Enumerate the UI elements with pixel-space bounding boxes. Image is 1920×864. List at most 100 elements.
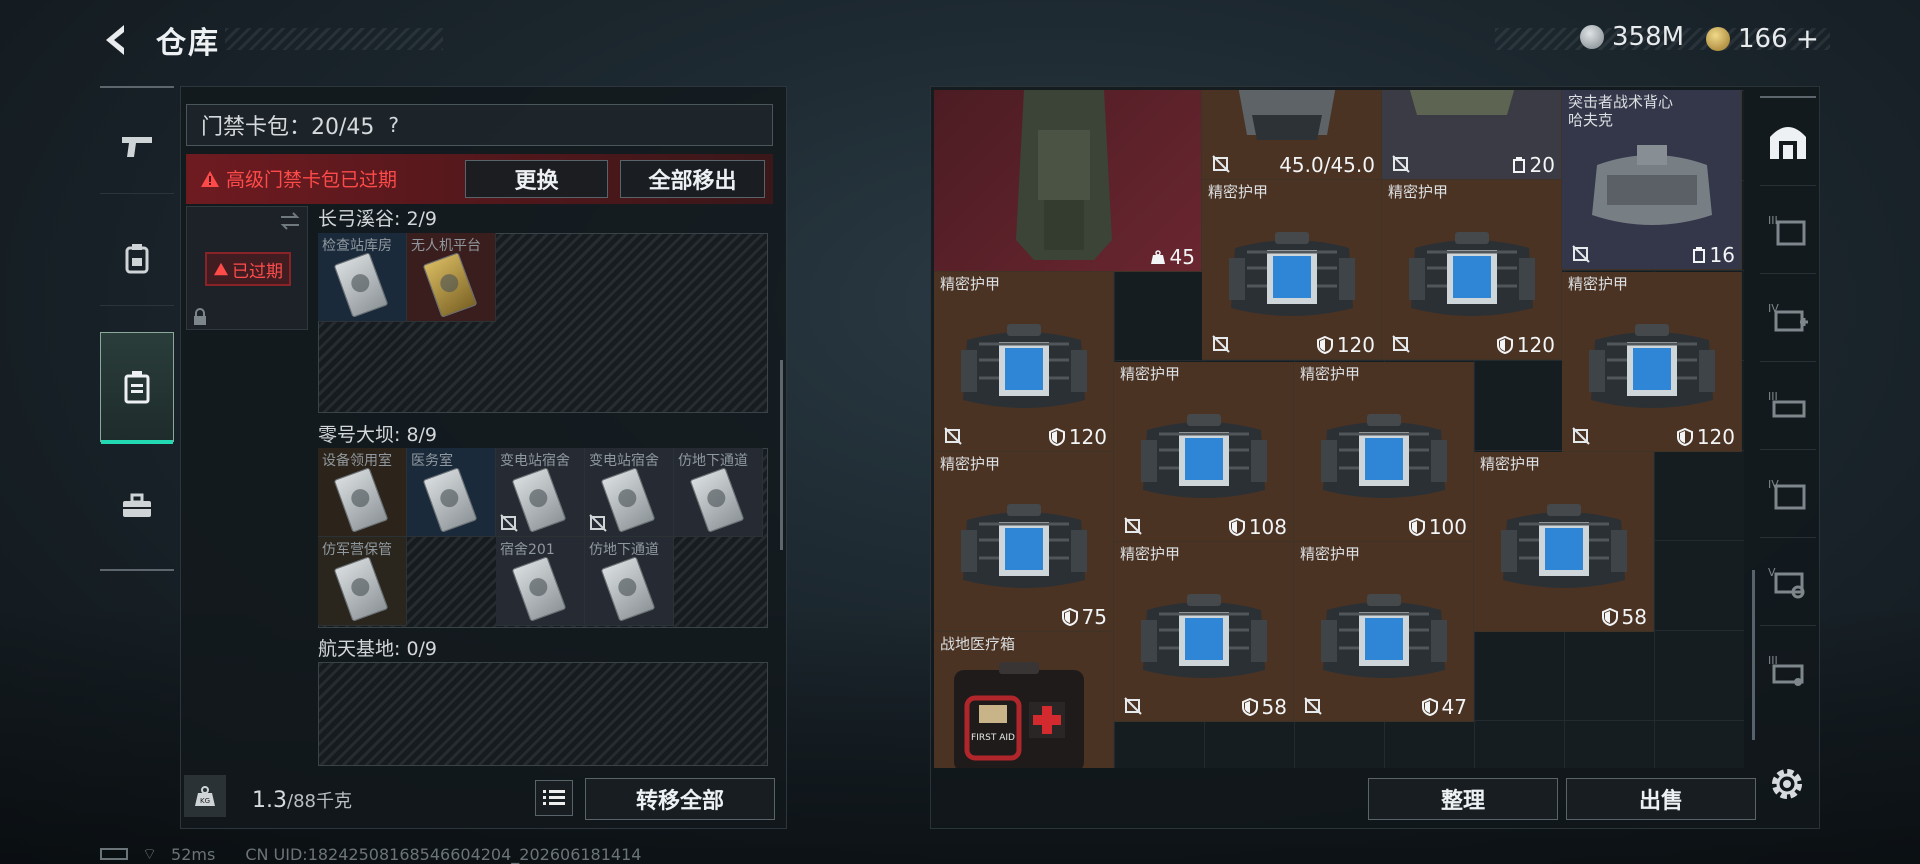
shield-icon xyxy=(1676,428,1693,446)
keycard-label: 仿地下通道 xyxy=(678,453,748,469)
toolbox-icon xyxy=(123,493,151,517)
sort-button[interactable]: 整理 xyxy=(1368,778,1558,820)
keycard-slot[interactable]: 仿地下通道 xyxy=(585,537,674,626)
weight-readout: 1.3/88千克 xyxy=(252,787,352,813)
no-insure-icon xyxy=(589,514,607,532)
stash-item-armor[interactable]: 精密护甲 108 xyxy=(1114,362,1294,542)
silver-currency[interactable]: 358M xyxy=(1580,22,1684,52)
back-arrow-icon[interactable] xyxy=(98,20,132,60)
shield-icon xyxy=(1408,518,1425,536)
lock-icon xyxy=(194,308,206,325)
keycard-slot[interactable]: 宿舍201 xyxy=(496,537,585,626)
item-name: 精密护甲 xyxy=(1300,365,1361,383)
keycard-icon xyxy=(689,467,745,533)
nav-tools[interactable] xyxy=(100,458,174,554)
section-title: 零号大坝: 8/9 xyxy=(318,424,438,446)
stash-item-rig[interactable]: 20 xyxy=(1382,90,1562,180)
nav-tier4-medkit[interactable]: IV xyxy=(1760,274,1816,362)
keycard-slot[interactable]: 仿军营保管 xyxy=(318,537,407,626)
nav-equipment[interactable] xyxy=(100,210,174,306)
nav-keycards[interactable] xyxy=(100,332,174,444)
stash-item-armor[interactable]: 精密护甲 120 xyxy=(1382,180,1562,360)
right-scrollbar[interactable] xyxy=(1752,570,1755,740)
stash-item-armor[interactable]: 精密护甲 120 xyxy=(1562,272,1742,452)
keycard-slot[interactable]: 仿地下通道 xyxy=(674,448,763,537)
keycard-slot[interactable]: 无人机平台 xyxy=(407,233,496,322)
item-value: 45 xyxy=(1150,245,1195,269)
capacity-icon xyxy=(1512,157,1525,173)
stash-item-armor[interactable]: 精密护甲 100 xyxy=(1294,362,1474,542)
pistol-icon xyxy=(122,136,152,157)
stash-item-tactical-vest[interactable]: 突击者战术背心 哈夫克 16 xyxy=(1562,90,1742,270)
sell-button[interactable]: 出售 xyxy=(1566,778,1756,820)
keycard-icon xyxy=(422,467,478,533)
no-insure-icon xyxy=(1572,245,1590,263)
item-value: 75 xyxy=(1061,605,1107,629)
item-value: 120 xyxy=(1316,333,1375,357)
item-value: 45.0/45.0 xyxy=(1279,153,1375,177)
nav-tier4-case[interactable]: IV xyxy=(1760,450,1816,538)
armor-icon xyxy=(1140,413,1267,498)
nav-stash[interactable] xyxy=(1760,98,1816,186)
stash-item-armor[interactable]: 精密护甲 75 xyxy=(934,452,1114,632)
left-category-nav xyxy=(100,86,174,571)
no-insure-icon xyxy=(1124,697,1142,715)
item-value: 16 xyxy=(1692,243,1735,267)
armor-icon xyxy=(1500,503,1627,588)
silver-coin-icon xyxy=(1580,25,1604,49)
keycard-slot[interactable]: 设备领用室 xyxy=(318,448,407,537)
armor-icon xyxy=(1408,231,1535,316)
nav-tier3-armor[interactable]: III xyxy=(1760,186,1816,274)
armor-icon xyxy=(1588,323,1715,408)
keycard-icon xyxy=(511,467,567,533)
stash-item-helmet[interactable]: 45.0/45.0 xyxy=(1202,90,1382,180)
stash-item-armor[interactable]: 精密护甲 120 xyxy=(934,272,1114,452)
chest-rig-icon xyxy=(1409,90,1515,115)
wifi-icon: ⌔ xyxy=(142,844,158,863)
replace-button[interactable]: 更换 xyxy=(465,160,608,198)
card-pack-header: 门禁卡包：20/45 ? xyxy=(186,104,773,146)
help-button[interactable]: ? xyxy=(388,113,399,137)
stash-item-armor[interactable]: 精密护甲 47 xyxy=(1294,542,1474,722)
settings-gear-icon[interactable] xyxy=(1766,763,1808,805)
list-view-button[interactable] xyxy=(535,780,573,816)
armor-icon xyxy=(1228,231,1355,316)
keycard-slot[interactable]: 变电站宿舍 xyxy=(496,448,585,537)
keycard-slot[interactable]: 检查站库房 xyxy=(318,233,407,322)
stash-item-armor[interactable]: 精密护甲 58 xyxy=(1474,452,1654,632)
remove-all-button[interactable]: 全部移出 xyxy=(620,160,765,198)
stash-item-first-aid-box[interactable]: 战地医疗箱 FIRST AID xyxy=(934,632,1114,768)
stash-item-armor[interactable]: 精密护甲 120 xyxy=(1202,180,1382,360)
nav-weapons[interactable] xyxy=(100,98,174,194)
stash-item-armor[interactable]: 精密护甲 58 xyxy=(1114,542,1294,722)
keycard-slot[interactable]: 变电站宿舍 xyxy=(585,448,674,537)
stash-item-gear[interactable]: 45 xyxy=(934,90,1202,272)
add-gold-button[interactable]: + xyxy=(1796,22,1819,55)
expired-alert: 高级门禁卡包已过期 xyxy=(200,165,397,192)
section-grid-space-base xyxy=(318,662,768,766)
title-decoration xyxy=(225,28,443,50)
keycard-slot[interactable]: 医务室 xyxy=(407,448,496,537)
nav-tier3-rig[interactable]: III xyxy=(1760,362,1816,450)
transfer-all-button[interactable]: 转移全部 xyxy=(585,778,775,820)
item-value: 47 xyxy=(1421,695,1467,719)
armor-icon xyxy=(1320,593,1447,678)
weight-button[interactable]: KG xyxy=(184,775,226,817)
alert-text: 高级门禁卡包已过期 xyxy=(226,169,398,191)
tier3-armor-icon: III xyxy=(1768,214,1806,245)
nav-tier3-case[interactable]: III xyxy=(1760,626,1816,714)
item-name: 精密护甲 xyxy=(1120,365,1181,383)
weight-icon xyxy=(1150,250,1165,264)
uid-text: CN UID:18242508168546604204_202606181414 xyxy=(245,844,642,864)
gold-currency[interactable]: 166 + xyxy=(1706,22,1819,55)
item-value: 58 xyxy=(1241,695,1287,719)
left-scrollbar[interactable] xyxy=(780,360,783,550)
keycard-icon xyxy=(511,556,567,622)
no-insure-icon xyxy=(1392,335,1410,353)
swap-icon[interactable] xyxy=(278,210,302,232)
no-insure-icon xyxy=(1124,517,1142,535)
nav-tier5-keycase[interactable]: V xyxy=(1760,538,1816,626)
tier4-case-icon: IV xyxy=(1768,478,1806,509)
item-value: 108 xyxy=(1228,515,1287,539)
armor-icon xyxy=(960,503,1087,588)
